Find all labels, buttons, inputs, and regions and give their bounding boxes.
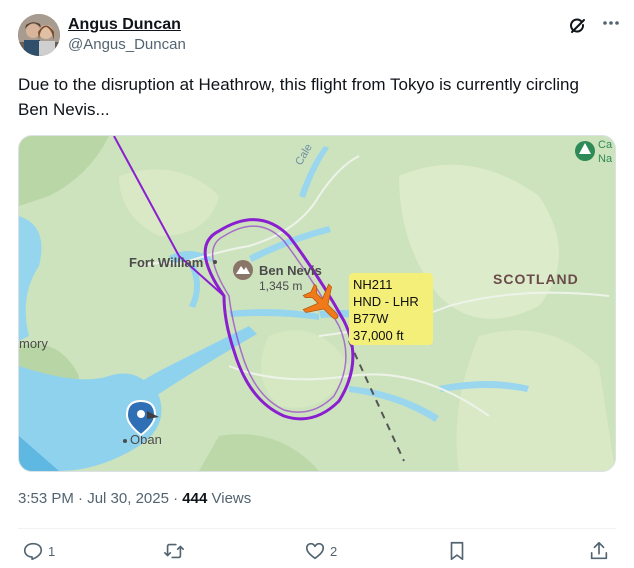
label-ben-nevis-height: 1,345 m	[259, 279, 302, 293]
flight-aircraft: B77W	[353, 311, 389, 326]
more-icon[interactable]	[602, 11, 620, 37]
flight-number: NH211	[353, 277, 393, 292]
label-cn-top: Ca	[598, 139, 613, 151]
like-count: 2	[330, 543, 338, 559]
tree-icon	[575, 141, 595, 161]
views-count: 444	[182, 490, 208, 507]
map-image[interactable]: Fort William Ben Nevis 1,345 m Cale SCOT…	[18, 135, 616, 472]
user-handle[interactable]: @Angus_Duncan	[68, 36, 186, 53]
share-icon	[590, 541, 608, 560]
label-cn-bottom: Na	[598, 153, 613, 165]
bookmark-button[interactable]	[446, 540, 468, 562]
display-name[interactable]: Angus Duncan	[68, 16, 181, 34]
mountain-icon	[233, 260, 253, 280]
flight-route: HND - LHR	[353, 294, 419, 309]
label-mory: mory	[19, 336, 48, 351]
label-oban: Oban	[130, 432, 162, 447]
label-scotland: SCOTLAND	[493, 271, 579, 287]
flight-altitude: 37,000 ft	[353, 328, 404, 343]
action-bar: 1 2	[18, 540, 616, 568]
avatar[interactable]	[18, 14, 60, 56]
tweet-text: Due to the disruption at Heathrow, this …	[18, 75, 579, 119]
reply-button[interactable]: 1	[22, 540, 55, 562]
meta-separator-2: ·	[173, 490, 179, 507]
like-button[interactable]: 2	[304, 540, 337, 562]
grok-icon[interactable]	[568, 16, 588, 36]
like-icon	[305, 542, 325, 560]
tweet-meta: 3:53 PM · Jul 30, 2025 · 444 Views	[18, 490, 251, 507]
retweet-button[interactable]	[163, 540, 189, 562]
divider	[18, 528, 616, 529]
retweet-icon	[164, 543, 184, 559]
label-fort-william: Fort William	[129, 255, 203, 270]
tweet-header: Angus Duncan @Angus_Duncan	[18, 14, 620, 58]
share-button[interactable]	[588, 540, 610, 562]
bookmark-icon	[450, 541, 464, 561]
reply-count: 1	[48, 543, 56, 559]
views-label: Views	[211, 490, 252, 507]
reply-icon	[23, 542, 43, 561]
tweet-date[interactable]: Jul 30, 2025	[87, 490, 169, 507]
label-ben-nevis: Ben Nevis	[259, 263, 322, 278]
tweet-time[interactable]: 3:53 PM	[18, 490, 74, 507]
meta-separator: ·	[78, 490, 84, 507]
